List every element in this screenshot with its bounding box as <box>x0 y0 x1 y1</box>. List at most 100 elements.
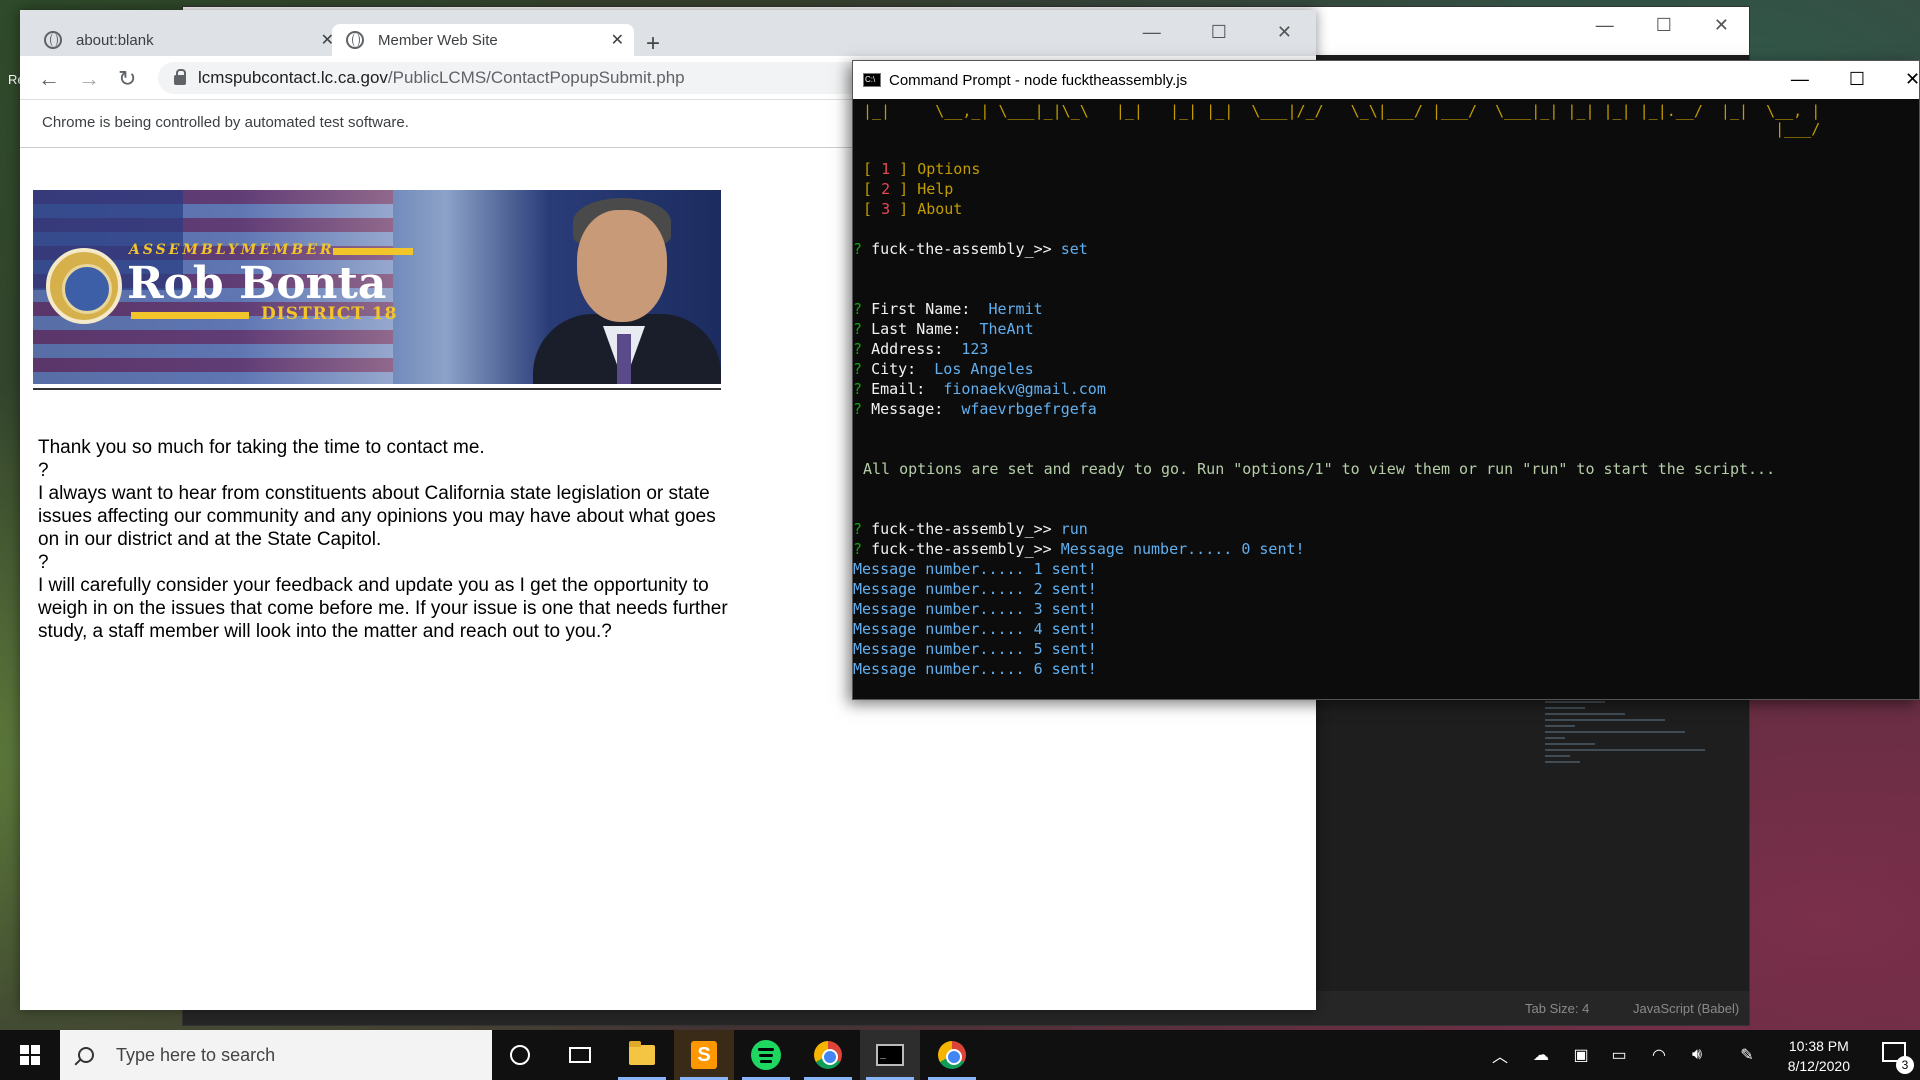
chevron-up-icon[interactable]: ︿ <box>1486 1030 1514 1080</box>
message-line: ? <box>38 552 49 573</box>
forward-icon[interactable]: → <box>78 66 100 92</box>
field-line: ? Last Name: TheAnt <box>853 320 1034 338</box>
maximize-icon[interactable]: ☐ <box>1211 22 1227 43</box>
wifi-icon[interactable]: ◠ <box>1644 1030 1674 1080</box>
banner-title: ASSEMBLYMEMBER <box>129 242 335 258</box>
minimize-icon[interactable]: — <box>1791 69 1809 90</box>
message-line: ? <box>38 460 49 481</box>
minimize-icon[interactable]: — <box>1143 22 1161 43</box>
state-seal-icon <box>46 248 122 324</box>
pen-icon[interactable]: ✎ <box>1732 1030 1762 1080</box>
message-line: I always want to hear from constituents … <box>38 483 716 550</box>
lock-icon[interactable] <box>174 69 186 85</box>
url-host: lcmspubcontact.lc.ca.gov <box>198 68 388 87</box>
field-line: ? First Name: Hermit <box>853 300 1043 318</box>
close-icon[interactable]: ✕ <box>1905 69 1919 90</box>
task-view-button[interactable] <box>550 1030 610 1080</box>
clock-date: 8/12/2020 <box>1787 1058 1850 1074</box>
message-line: I will carefully consider your feedback … <box>38 575 728 642</box>
field-line: ? Message: wfaevrbgefrgefa <box>853 400 1097 418</box>
taskbar-chrome[interactable] <box>922 1030 982 1080</box>
tab-strip: about:blank ✕ Member Web Site ✕ + — ☐ ✕ <box>20 10 1316 58</box>
prompt-line: ? fuck-the-assembly_>> set <box>853 240 1088 258</box>
url-path: /PublicLCMS/ContactPopupSubmit.php <box>387 68 685 87</box>
prompt-line: ? fuck-the-assembly_>> run <box>853 520 1088 538</box>
sublime-text-icon: S <box>691 1041 717 1069</box>
tab-title: about:blank <box>76 31 154 49</box>
sent-line: Message number..... 5 sent! <box>853 640 1097 658</box>
language-indicator[interactable]: JavaScript (Babel) <box>1633 1001 1739 1016</box>
clock[interactable]: 10:38 PM 8/12/2020 <box>1788 1036 1850 1076</box>
new-tab-button[interactable]: + <box>646 30 660 58</box>
start-button[interactable] <box>0 1030 60 1080</box>
command-prompt-icon: _ <box>876 1044 904 1066</box>
field-line: ? Address: 123 <box>853 340 989 358</box>
divider <box>33 388 721 390</box>
menu-item: [ 2 ] Help <box>863 180 954 198</box>
field-line: ? Email: fionaekv@gmail.com <box>853 380 1106 398</box>
taskbar-search[interactable]: Type here to search <box>60 1030 492 1080</box>
thank-you-message: Thank you so much for taking the time to… <box>38 436 738 643</box>
windows-logo-icon <box>20 1045 40 1065</box>
search-icon <box>78 1047 94 1063</box>
close-tab-icon[interactable]: ✕ <box>611 30 624 50</box>
notification-count-badge: 3 <box>1896 1056 1914 1074</box>
taskbar-sublime-text[interactable]: S <box>674 1030 734 1080</box>
taskbar-command-prompt[interactable]: _ <box>860 1030 920 1080</box>
menu-item: [ 1 ] Options <box>863 160 981 178</box>
cortana-button[interactable] <box>490 1030 550 1080</box>
tray-app-icon[interactable]: ▣ <box>1566 1030 1596 1080</box>
search-placeholder: Type here to search <box>116 1044 276 1065</box>
tab-about-blank[interactable]: about:blank ✕ <box>44 24 344 56</box>
globe-icon <box>44 31 62 49</box>
taskbar-spotify[interactable] <box>736 1030 796 1080</box>
back-icon[interactable]: ← <box>38 66 60 92</box>
message-line: Thank you so much for taking the time to… <box>38 437 485 458</box>
clock-time: 10:38 PM <box>1788 1038 1849 1054</box>
sent-line: Message number..... 1 sent! <box>853 560 1097 578</box>
taskbar-file-explorer[interactable] <box>612 1030 672 1080</box>
chrome-icon <box>938 1041 966 1069</box>
minimize-icon[interactable]: — <box>1596 15 1614 36</box>
close-icon[interactable]: ✕ <box>1714 15 1729 36</box>
cmd-titlebar[interactable]: C:\ Command Prompt - node fucktheassembl… <box>853 61 1919 99</box>
close-icon[interactable]: ✕ <box>1277 22 1292 43</box>
task-view-icon <box>569 1047 591 1063</box>
member-portrait <box>533 190 721 384</box>
maximize-icon[interactable]: ☐ <box>1849 69 1865 90</box>
onedrive-icon[interactable]: ☁ <box>1526 1030 1556 1080</box>
battery-icon[interactable]: ▭ <box>1604 1030 1634 1080</box>
terminal-output[interactable]: |_| \__,_| \___|_|\_\ |_| |_| |_| \___|/… <box>853 101 1919 699</box>
cmd-title: Command Prompt - node fucktheassembly.js <box>889 71 1188 89</box>
reload-icon[interactable]: ↻ <box>118 66 136 92</box>
sent-line: Message number..... 6 sent! <box>853 660 1097 678</box>
tab-size-indicator[interactable]: Tab Size: 4 <box>1525 1001 1589 1016</box>
folder-icon <box>629 1041 655 1065</box>
command-prompt-window[interactable]: C:\ Command Prompt - node fucktheassembl… <box>852 60 1920 700</box>
header-banner: ASSEMBLYMEMBER Rob Bonta DISTRICT 18 <box>33 190 721 384</box>
ascii-banner: |_| \__,_| \___|_|\_\ |_| |_| |_| \___|/… <box>863 102 1821 120</box>
field-line: ? City: Los Angeles <box>853 360 1034 378</box>
sent-line: Message number..... 3 sent! <box>853 600 1097 618</box>
maximize-icon[interactable]: ☐ <box>1656 15 1672 36</box>
ascii-banner: |___/ <box>863 120 1821 138</box>
banner-district: DISTRICT 18 <box>261 304 398 324</box>
cmd-icon: C:\ <box>863 73 881 87</box>
globe-icon <box>346 31 364 49</box>
volume-icon[interactable]: 🔊︎ <box>1682 1030 1712 1080</box>
prompt-line: ? fuck-the-assembly_>> Message number...… <box>853 540 1305 558</box>
taskbar: Type here to search S _ ︿ ☁ ▣ ▭ ◠ 🔊︎ ✎ 1… <box>0 1030 1920 1080</box>
banner-stripe <box>333 248 413 255</box>
sent-line: Message number..... 4 sent! <box>853 620 1097 638</box>
sent-line: Message number..... 2 sent! <box>853 580 1097 598</box>
editor-minimap[interactable] <box>1545 697 1725 807</box>
tab-title: Member Web Site <box>378 31 498 49</box>
menu-item: [ 3 ] About <box>863 200 963 218</box>
ready-message: All options are set and ready to go. Run… <box>863 460 1776 478</box>
spotify-icon <box>751 1040 781 1070</box>
banner-stripe <box>131 312 249 319</box>
chrome-icon <box>814 1041 842 1069</box>
tab-member-web-site[interactable]: Member Web Site ✕ <box>332 24 634 56</box>
taskbar-chrome[interactable] <box>798 1030 858 1080</box>
banner-name: Rob Bonta <box>127 258 387 309</box>
